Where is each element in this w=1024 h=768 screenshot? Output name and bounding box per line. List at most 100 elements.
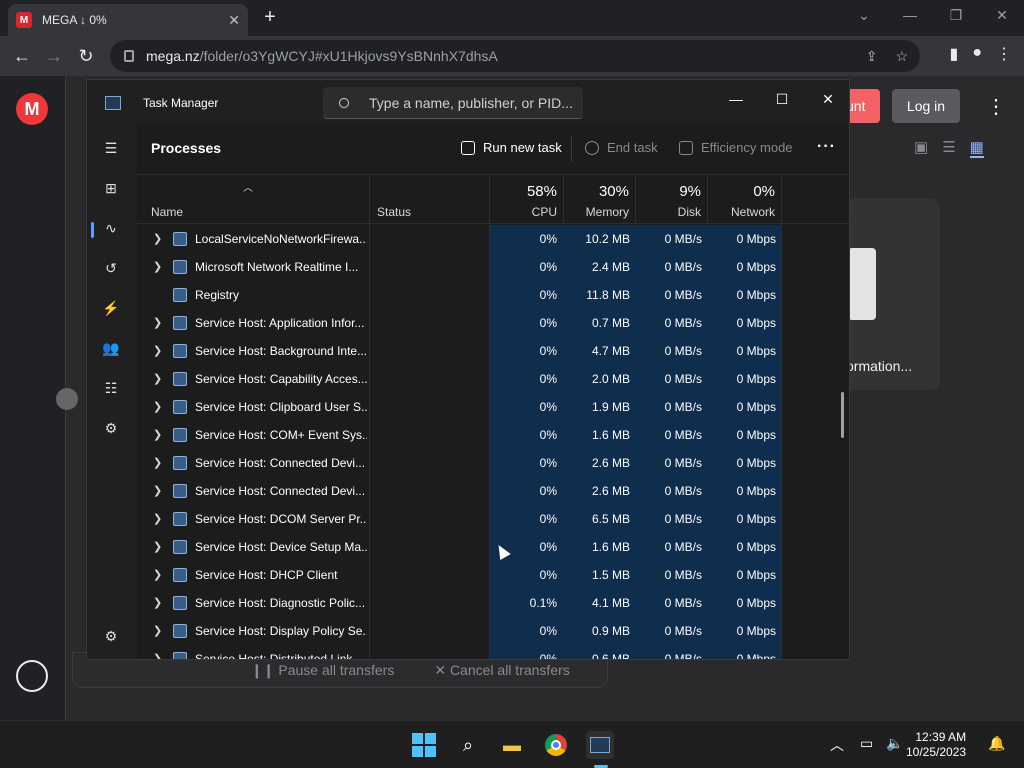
hamburger-menu-icon[interactable]: ☰ xyxy=(101,138,121,158)
nav-processes-icon[interactable]: ⊞ xyxy=(101,178,121,198)
volume-icon[interactable]: 🔈 xyxy=(886,735,903,752)
chevron-right-icon[interactable]: ❯ xyxy=(153,344,162,357)
minimize-button[interactable]: — xyxy=(890,4,930,28)
close-tab-icon[interactable]: ✕ xyxy=(228,12,240,29)
col-name[interactable]: Name xyxy=(137,175,369,223)
lock-icon xyxy=(124,50,134,62)
network-icon[interactable]: ▭ xyxy=(860,735,873,752)
col-status[interactable]: Status xyxy=(371,175,489,223)
nav-users-icon[interactable]: 👥 xyxy=(101,338,121,358)
chevron-right-icon[interactable]: ❯ xyxy=(153,400,162,413)
disk-value: 0 MB/s xyxy=(664,596,702,610)
chevron-right-icon[interactable]: ❯ xyxy=(153,484,162,497)
process-row[interactable]: ❯ Service Host: Diagnostic Polic... 0.1% 4.… xyxy=(137,589,849,617)
col-memory[interactable]: 30% Memory xyxy=(563,175,635,223)
scrollbar-thumb[interactable] xyxy=(841,392,844,438)
share-icon[interactable]: ⇪ xyxy=(866,48,878,65)
disk-value: 0 MB/s xyxy=(664,316,702,330)
nav-app-history-icon[interactable]: ↺ xyxy=(101,258,121,278)
chrome-menu-icon[interactable]: ⋮ xyxy=(996,44,1012,64)
system-clock[interactable]: 12:39 AM 10/25/2023 xyxy=(906,730,966,760)
process-row[interactable]: ❯ Service Host: Connected Devi... 0% 2.6 MB… xyxy=(137,449,849,477)
col-network[interactable]: 0% Network xyxy=(707,175,781,223)
network-value: 0 Mbps xyxy=(736,484,776,498)
process-name: Service Host: Application Infor... xyxy=(195,316,365,330)
process-row[interactable]: ❯ Service Host: COM+ Event Sys... 0% 1.6 MB… xyxy=(137,421,849,449)
restore-button[interactable]: ❐ xyxy=(936,4,976,28)
col-cpu[interactable]: 58% CPU xyxy=(491,175,563,223)
run-new-task-button[interactable]: Run new task xyxy=(461,140,562,155)
start-button[interactable] xyxy=(410,731,438,759)
chevron-right-icon[interactable]: ❯ xyxy=(153,652,162,659)
process-row[interactable]: ❯ Service Host: Display Policy Se... 0% 0.9… xyxy=(137,617,849,645)
nav-startup-apps-icon[interactable]: ⚡ xyxy=(101,298,121,318)
chevron-right-icon[interactable]: ❯ xyxy=(153,624,162,637)
disk-value: 0 MB/s xyxy=(664,624,702,638)
process-row[interactable]: Registry 0% 11.8 MB 0 MB/s 0 Mbps xyxy=(137,281,849,309)
search-placeholder: Type a name, publisher, or PID... xyxy=(369,94,573,111)
cancel-all-transfers-button[interactable]: ✕ Cancel all transfers xyxy=(434,662,569,679)
memory-total: 30% xyxy=(598,183,629,200)
new-tab-button[interactable]: + xyxy=(258,6,282,30)
notification-bell-icon[interactable]: 🔔 xyxy=(988,735,1005,752)
mega-logo[interactable]: M xyxy=(16,93,48,125)
process-row[interactable]: ❯ Service Host: Background Inte... 0% 4.7 M… xyxy=(137,337,849,365)
nav-settings-icon[interactable]: ⚙ xyxy=(101,626,121,646)
process-row[interactable]: ❯ Service Host: Capability Acces... 0% 2.0 … xyxy=(137,365,849,393)
more-options-icon[interactable]: ··· xyxy=(817,138,836,156)
side-panel-icon[interactable]: ▮ xyxy=(950,44,959,64)
process-row[interactable]: ❯ Service Host: Application Infor... 0% 0.7… xyxy=(137,309,849,337)
process-row[interactable]: ❯ Service Host: DCOM Server Pr... 0% 6.5 MB… xyxy=(137,505,849,533)
chevron-right-icon[interactable]: ❯ xyxy=(153,316,162,329)
efficiency-mode-button[interactable]: Efficiency mode xyxy=(679,140,793,155)
chevron-right-icon[interactable]: ❯ xyxy=(153,372,162,385)
tm-minimize-button[interactable]: — xyxy=(721,86,751,112)
mega-menu-icon[interactable]: ⋮ xyxy=(986,94,1006,119)
pause-all-transfers-button[interactable]: ❙❙ Pause all transfers xyxy=(251,662,394,679)
image-view-icon[interactable]: ▣ xyxy=(914,138,928,158)
nav-performance-icon[interactable]: ∿ xyxy=(101,218,121,238)
chevron-right-icon[interactable]: ❯ xyxy=(153,260,162,273)
address-bar[interactable]: mega.nz/folder/o3YgWCYJ#xU1Hkjovs9YsBNnh… xyxy=(110,40,920,72)
back-button[interactable]: ← xyxy=(8,42,36,70)
chevron-right-icon[interactable]: ❯ xyxy=(153,232,162,245)
chevron-right-icon[interactable]: ❯ xyxy=(153,596,162,609)
forward-button[interactable]: → xyxy=(40,42,68,70)
chevron-right-icon[interactable]: ❯ xyxy=(153,568,162,581)
chevron-right-icon[interactable]: ❯ xyxy=(153,456,162,469)
list-view-icon[interactable]: ☰ xyxy=(942,138,955,158)
login-button[interactable]: Log in xyxy=(892,89,960,123)
process-row[interactable]: ❯ Service Host: Distributed Link 0% 0.6 MB 0… xyxy=(137,645,849,659)
memory-value: 0.9 MB xyxy=(591,624,630,638)
bookmark-star-icon[interactable]: ☆ xyxy=(895,48,908,65)
mega-scroll-handle[interactable] xyxy=(56,388,78,410)
grid-view-icon[interactable]: ▦ xyxy=(969,138,984,158)
tm-maximize-button[interactable]: ☐ xyxy=(767,86,797,112)
chevron-right-icon[interactable]: ❯ xyxy=(153,540,162,553)
tab-search-icon[interactable]: ⌄ xyxy=(844,4,884,28)
process-row[interactable]: ❯ Microsoft Network Realtime I... 0% 2.4 MB… xyxy=(137,253,849,281)
cpu-value: 0% xyxy=(539,512,557,526)
tm-close-button[interactable]: ✕ xyxy=(813,86,843,112)
close-window-button[interactable]: ✕ xyxy=(982,4,1022,28)
chevron-right-icon[interactable]: ❯ xyxy=(153,512,162,525)
profile-icon[interactable]: ● xyxy=(972,44,982,64)
col-disk[interactable]: 9% Disk xyxy=(635,175,707,223)
nav-details-icon[interactable]: ☷ xyxy=(101,378,121,398)
browser-tab[interactable]: M MEGA ↓ 0% ✕ xyxy=(8,4,248,36)
process-row[interactable]: ❯ LocalServiceNoNetworkFirewa... 0% 10.2 MB… xyxy=(137,225,849,253)
task-manager-taskbar-icon[interactable] xyxy=(586,731,614,759)
show-hidden-icons-icon[interactable]: ︿ xyxy=(830,735,844,755)
process-row[interactable]: ❯ Service Host: Clipboard User S... 0% 1.9 … xyxy=(137,393,849,421)
process-row[interactable]: ❯ Service Host: DHCP Client 0% 1.5 MB 0 MB/s… xyxy=(137,561,849,589)
nav-services-icon[interactable]: ⚙ xyxy=(101,418,121,438)
end-task-button[interactable]: End task xyxy=(585,140,658,155)
chrome-icon[interactable] xyxy=(542,731,570,759)
search-icon[interactable]: ⌕ xyxy=(454,731,482,759)
reload-button[interactable]: ↻ xyxy=(72,42,100,70)
process-row[interactable]: ❯ Service Host: Connected Devi... 0% 2.6 MB… xyxy=(137,477,849,505)
mega-transfers-icon[interactable] xyxy=(16,660,48,692)
file-explorer-icon[interactable]: ▬ xyxy=(498,731,526,759)
process-search-input[interactable]: Type a name, publisher, or PID... xyxy=(323,87,583,119)
chevron-right-icon[interactable]: ❯ xyxy=(153,428,162,441)
